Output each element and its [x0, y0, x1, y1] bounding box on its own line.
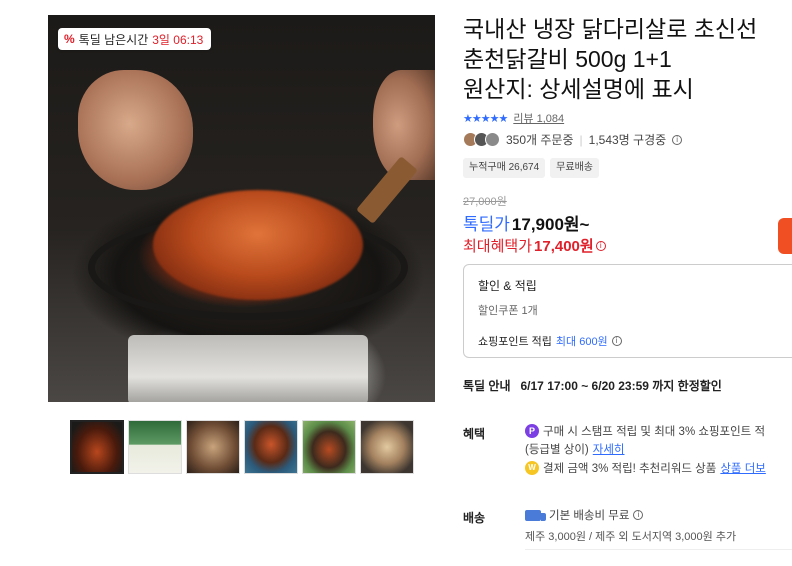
main-product-image — [48, 15, 435, 402]
orders-count: 350개 주문중 — [506, 133, 574, 147]
benefit-stamp-text: 구매 시 스탬프 적립 및 최대 3% 쇼핑포인트 적 — [543, 426, 766, 438]
point-label: 쇼핑포인트 적립 — [478, 336, 552, 348]
benefit-detail-link[interactable]: 자세히 — [593, 441, 625, 457]
discount-header: 할인 & 적립 — [478, 279, 537, 293]
deal-price-value: 17,900원~ — [511, 215, 590, 234]
percent-icon: % — [64, 32, 75, 46]
reward-icon: W — [525, 461, 539, 475]
point-row: 쇼핑포인트 적립 최대 600원 i — [478, 333, 622, 349]
chip-total-purchase: 누적구매 26,674 — [463, 158, 546, 178]
product-title: 국내산 냉장 닭다리살로 초신선 춘천닭갈비 500g 1+1 원산지: 상세설… — [463, 14, 792, 104]
info-icon[interactable]: i — [672, 134, 683, 145]
thumbnail-3[interactable] — [186, 420, 240, 474]
deal-timer-badge: % 톡딜 남은시간 3일 06:13 — [58, 28, 212, 50]
deal-guide: 톡딜 안내 6/17 17:00 ~ 6/20 23:59 까지 한정할인 — [463, 377, 722, 394]
point-icon: P — [525, 424, 539, 438]
coupon-count: 할인쿠폰 1개 — [478, 305, 538, 317]
shipping-label: 배송 — [463, 511, 486, 525]
benefit-stamp-row: P 구매 시 스탬프 적립 및 최대 3% 쇼핑포인트 적 — [525, 423, 765, 439]
thumbnail-6[interactable] — [360, 420, 414, 474]
benefit-grade-text: (등급별 상이) — [525, 444, 589, 456]
max-benefit-price: 최대혜택가 17,400원 i — [463, 235, 606, 256]
watchers-count: 1,543명 구경중 — [588, 133, 667, 147]
review-count-link[interactable]: 리뷰 1,084 — [513, 110, 564, 126]
deal-price: 톡딜가 17,900원~ — [463, 210, 590, 235]
product-title-line3: 원산지: 상세설명에 표시 — [463, 76, 694, 102]
deal-timer-label: 톡딜 남은시간 — [78, 32, 149, 47]
deal-guide-value: 6/17 17:00 ~ 6/20 23:59 까지 한정할인 — [520, 379, 722, 393]
thumbnail-4[interactable] — [244, 420, 298, 474]
thumbnail-strip — [70, 420, 414, 474]
thumbnail-2[interactable] — [128, 420, 182, 474]
deal-timer-value: 3일 06:13 — [152, 32, 204, 47]
chip-free-shipping: 무료배송 — [550, 158, 599, 178]
deal-price-label: 톡딜가 — [463, 215, 510, 234]
divider — [525, 549, 792, 550]
product-title-line1: 국내산 냉장 닭다리살로 초신선 — [463, 16, 758, 42]
shipping-extra-fee: 제주 3,000원 / 제주 외 도서지역 3,000원 추가 — [525, 531, 737, 543]
original-price: 27,000원 — [463, 196, 507, 208]
info-icon[interactable]: i — [611, 336, 622, 346]
info-icon[interactable]: i — [595, 240, 606, 251]
discount-box[interactable]: 할인 & 적립 할인쿠폰 1개 쇼핑포인트 적립 최대 600원 i — [463, 264, 792, 358]
thumbnail-1[interactable] — [70, 420, 124, 474]
chip-row: 누적구매 26,674 무료배송 — [463, 158, 599, 178]
point-value: 최대 600원 — [555, 336, 608, 348]
buy-button[interactable] — [778, 218, 792, 254]
product-title-line2: 춘천닭갈비 500g 1+1 — [463, 46, 672, 72]
buyers-row: 350개 주문중 | 1,543명 구경중 i — [463, 131, 683, 148]
benefit-grade-row: (등급별 상이) 자세히 — [525, 441, 625, 457]
benefit-reward-row: W 결제 금액 3% 적립! 추천리워드 상품 상품 더보 — [525, 460, 766, 476]
max-benefit-label: 최대혜택가 — [463, 238, 533, 255]
benefit-reward-text: 결제 금액 3% 적립! 추천리워드 상품 — [543, 463, 717, 475]
benefits-label: 혜택 — [463, 427, 486, 441]
shipping-basic-text: 기본 배송비 무료 — [549, 510, 630, 522]
thumbnail-5[interactable] — [302, 420, 356, 474]
truck-icon — [525, 509, 546, 521]
rating-row: ★★★★★ 리뷰 1,084 — [463, 110, 564, 126]
shipping-basic-row: 기본 배송비 무료 i — [525, 507, 644, 523]
info-icon[interactable]: i — [633, 510, 644, 520]
deal-guide-label: 톡딜 안내 — [463, 379, 511, 393]
max-benefit-value: 17,400원 — [534, 238, 594, 255]
reward-more-link[interactable]: 상품 더보 — [720, 460, 766, 476]
star-rating: ★★★★★ — [463, 112, 508, 125]
avatar-group — [463, 132, 500, 147]
